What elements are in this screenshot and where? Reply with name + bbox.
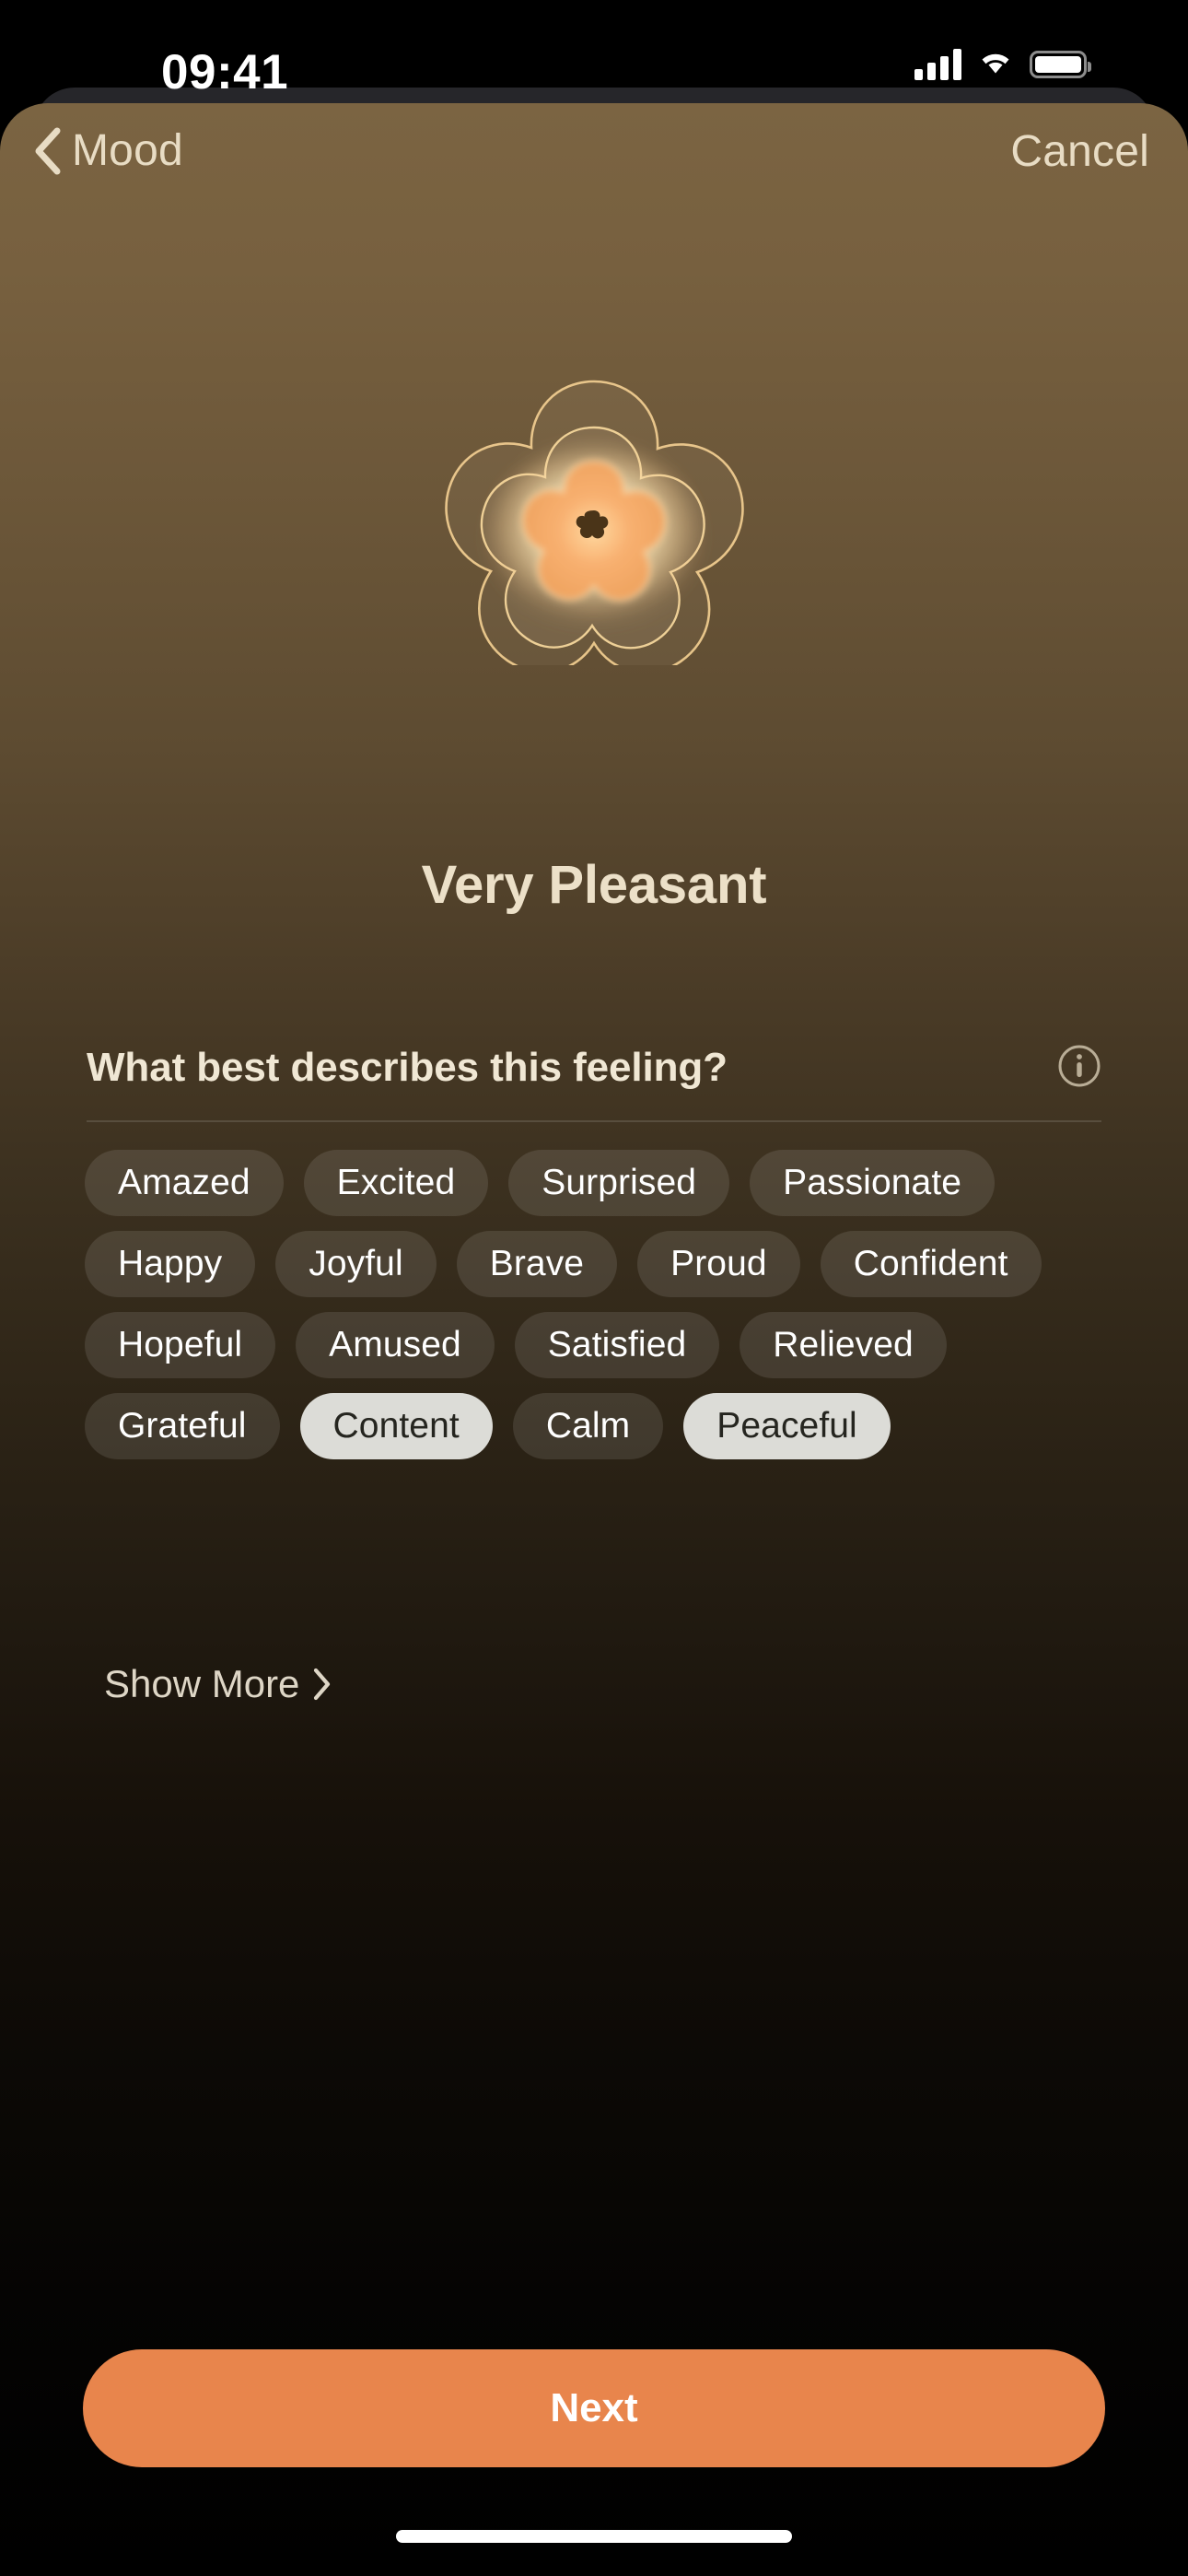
feeling-chip-surprised[interactable]: Surprised [508, 1150, 730, 1216]
status-bar-time: 09:41 [161, 45, 289, 100]
feeling-chip-group: Amazed Excited Surprised Passionate Happ… [85, 1150, 1107, 1474]
feeling-chip-hopeful[interactable]: Hopeful [85, 1312, 276, 1378]
phone-screen: 09:41 Mood Cancel Very Pleasant What bes… [0, 0, 1188, 2576]
feeling-chip-proud[interactable]: Proud [637, 1231, 800, 1297]
mood-entry-sheet: Mood Cancel Very Pleasant What best desc… [0, 103, 1188, 2576]
chip-row: Happy Joyful Brave Proud Confident [85, 1231, 1107, 1297]
home-indicator [396, 2530, 792, 2543]
status-bar: 09:41 [0, 0, 1188, 147]
status-bar-indicators [914, 48, 1091, 80]
battery-icon [1030, 50, 1091, 78]
next-button[interactable]: Next [83, 2349, 1105, 2467]
feeling-chip-excited[interactable]: Excited [303, 1150, 489, 1216]
chip-row: Hopeful Amused Satisfied Relieved [85, 1312, 1107, 1378]
question-divider [87, 1120, 1101, 1122]
show-more-label: Show More [104, 1662, 300, 1705]
feeling-chip-passionate[interactable]: Passionate [750, 1150, 996, 1216]
feeling-chip-satisfied[interactable]: Satisfied [514, 1312, 720, 1378]
wifi-icon [977, 48, 1014, 80]
feeling-chip-peaceful[interactable]: Peaceful [683, 1393, 891, 1459]
feeling-chip-relieved[interactable]: Relieved [740, 1312, 947, 1378]
feeling-chip-brave[interactable]: Brave [456, 1231, 618, 1297]
feeling-chip-amazed[interactable]: Amazed [85, 1150, 284, 1216]
flower-mood-icon [445, 380, 744, 665]
feeling-chip-amused[interactable]: Amused [296, 1312, 495, 1378]
chevron-right-icon [312, 1668, 332, 1701]
cellular-signal-icon [914, 48, 961, 80]
mood-icon-container [0, 370, 1188, 665]
mood-title: Very Pleasant [421, 855, 767, 915]
feeling-chip-confident[interactable]: Confident [820, 1231, 1042, 1297]
show-more-button[interactable]: Show More [104, 1662, 332, 1706]
info-circle-icon[interactable] [1057, 1044, 1101, 1093]
question-row: What best describes this feeling? [87, 1036, 1101, 1100]
chip-row: Grateful Content Calm Peaceful [85, 1393, 1107, 1459]
question-label: What best describes this feeling? [87, 1045, 728, 1090]
feeling-chip-joyful[interactable]: Joyful [275, 1231, 437, 1297]
feeling-chip-calm[interactable]: Calm [512, 1393, 664, 1459]
feeling-chip-grateful[interactable]: Grateful [85, 1393, 280, 1459]
chip-row: Amazed Excited Surprised Passionate [85, 1150, 1107, 1216]
feeling-chip-happy[interactable]: Happy [85, 1231, 256, 1297]
feeling-chip-content[interactable]: Content [299, 1393, 493, 1459]
